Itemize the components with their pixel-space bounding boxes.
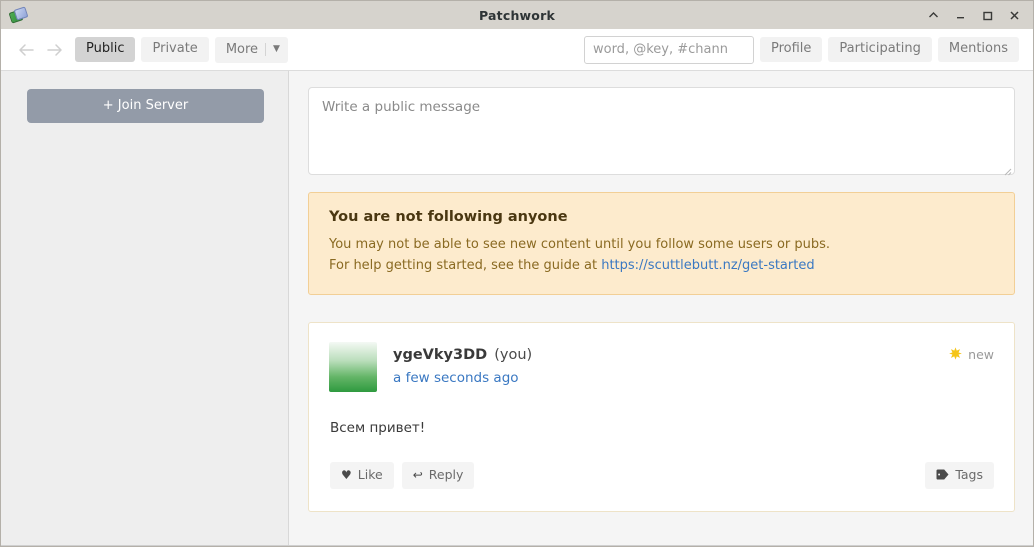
author-name[interactable]: ygeVky3DD xyxy=(393,347,487,363)
chevron-down-icon[interactable]: ▼ xyxy=(273,45,280,54)
tag-icon xyxy=(936,469,949,480)
profile-button[interactable]: Profile xyxy=(760,37,822,62)
more-separator xyxy=(265,43,266,56)
forward-arrow-icon[interactable] xyxy=(45,41,63,59)
view-tabs: Public Private More ▼ xyxy=(75,37,288,63)
like-label: Like xyxy=(358,468,383,482)
window-controls xyxy=(926,8,1027,22)
tab-private[interactable]: Private xyxy=(141,37,208,62)
close-icon[interactable] xyxy=(1007,8,1021,22)
get-started-link[interactable]: https://scuttlebutt.nz/get-started xyxy=(601,258,814,273)
tab-public[interactable]: Public xyxy=(75,37,135,62)
not-following-banner: You are not following anyone You may not… xyxy=(308,192,1015,295)
avatar[interactable] xyxy=(329,342,377,392)
title-bar: Patchwork xyxy=(1,1,1033,29)
reply-arrow-icon: ↩ xyxy=(413,469,423,481)
search-input[interactable] xyxy=(584,36,754,64)
nav-arrows xyxy=(17,41,63,59)
toolbar-right-group: Profile Participating Mentions xyxy=(584,36,1019,64)
status-badge: new xyxy=(949,342,994,364)
toolbar: Public Private More ▼ Profile Participat… xyxy=(1,29,1033,71)
message-card: ygeVky3DD (you) a few seconds ago new Вс… xyxy=(308,322,1015,512)
maximize-icon[interactable] xyxy=(980,8,994,22)
message-composer[interactable]: Write a public message xyxy=(308,87,1015,175)
banner-line-2-prefix: For help getting started, see the guide … xyxy=(329,258,601,273)
join-server-button[interactable]: + Join Server xyxy=(27,89,264,123)
minimize-icon[interactable] xyxy=(953,8,967,22)
reply-button[interactable]: ↩ Reply xyxy=(402,462,475,489)
patchwork-logo-icon xyxy=(9,6,27,24)
like-button[interactable]: ♥ Like xyxy=(330,462,394,489)
star-icon xyxy=(949,345,962,364)
message-body: Всем привет! xyxy=(329,392,994,436)
new-badge-label: new xyxy=(968,347,994,362)
back-arrow-icon[interactable] xyxy=(17,41,35,59)
body-split: + Join Server Write a public message You… xyxy=(1,71,1033,546)
banner-title: You are not following anyone xyxy=(329,209,994,225)
banner-line-1: You may not be able to see new content u… xyxy=(329,234,994,255)
app-window: Patchwork Public xyxy=(0,0,1034,547)
mentions-button[interactable]: Mentions xyxy=(938,37,1019,62)
more-label: More xyxy=(226,42,258,57)
participating-button[interactable]: Participating xyxy=(828,37,931,62)
banner-line-2: For help getting started, see the guide … xyxy=(329,255,994,276)
heart-icon: ♥ xyxy=(341,469,352,481)
tags-label: Tags xyxy=(955,468,983,482)
message-timestamp[interactable]: a few seconds ago xyxy=(393,370,519,386)
message-header: ygeVky3DD (you) a few seconds ago new xyxy=(329,342,994,392)
more-dropdown-button[interactable]: More ▼ xyxy=(215,37,288,63)
reply-label: Reply xyxy=(429,468,464,482)
message-actions: ♥ Like ↩ Reply Tag xyxy=(329,436,994,511)
sidebar: + Join Server xyxy=(1,71,289,545)
shade-icon[interactable] xyxy=(926,8,940,22)
window-title: Patchwork xyxy=(1,8,1033,23)
tags-button[interactable]: Tags xyxy=(925,462,994,489)
resize-handle-icon[interactable] xyxy=(1001,161,1012,172)
author-you-label: (you) xyxy=(494,347,532,363)
main-content: Write a public message You are not follo… xyxy=(289,71,1033,545)
author-line: ygeVky3DD (you) xyxy=(393,344,532,364)
composer-placeholder: Write a public message xyxy=(309,88,1014,126)
message-author-block: ygeVky3DD (you) a few seconds ago xyxy=(393,342,532,386)
